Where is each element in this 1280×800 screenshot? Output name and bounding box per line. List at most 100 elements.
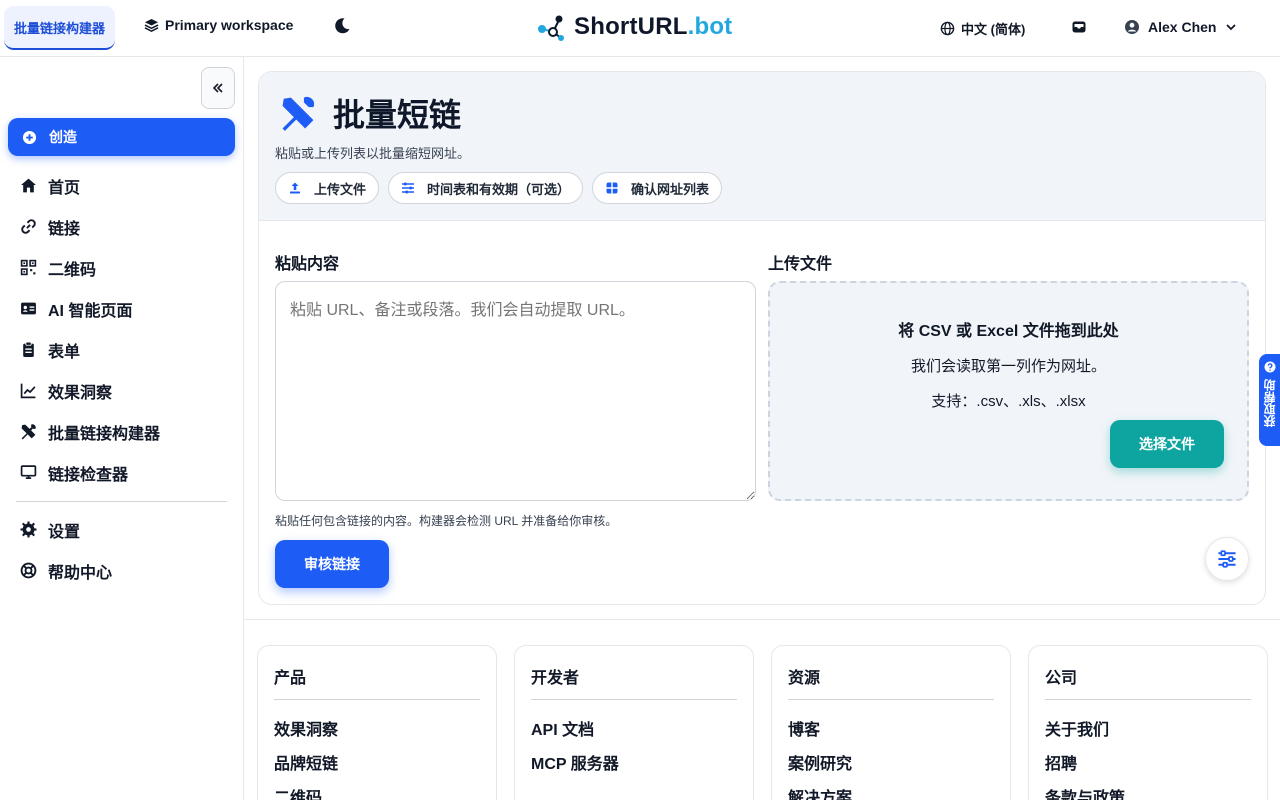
chip-schedule[interactable]: 时间表和有效期（可选） [388, 172, 584, 204]
sidebar-item-label: 二维码 [48, 261, 97, 279]
globe-icon [940, 21, 955, 36]
footer-link[interactable]: 解决方案 [788, 779, 994, 800]
tools-icon [282, 96, 315, 131]
sidebar-item-label: 批量链接构建器 [48, 425, 161, 443]
card-header: 批量短链 粘贴或上传列表以批量缩短网址。 上传文件 时间表和有效期（可选） 确认… [259, 72, 1265, 221]
share-nodes-icon [538, 15, 564, 41]
user-circle-icon [1125, 20, 1139, 34]
brand-logo[interactable]: ShortURL.bot [536, 12, 732, 42]
user-menu[interactable]: Alex Chen [1124, 19, 1238, 35]
upload-icon [290, 182, 300, 194]
footer-column-developers: 开发者 API 文档 MCP 服务器 [514, 645, 754, 800]
chip-upload-file[interactable]: 上传文件 [275, 172, 380, 204]
gear-icon [20, 521, 37, 538]
footer-column-company: 公司 关于我们 招聘 条款与政策 [1028, 645, 1268, 800]
sidebar-item-links[interactable]: 链接 [20, 206, 230, 247]
sidebar-item-label: 帮助中心 [48, 564, 113, 582]
sliders-icon [402, 182, 415, 194]
page-title: 批量短链 [333, 97, 462, 133]
footer-link[interactable]: 招聘 [1045, 745, 1251, 779]
sidebar: 创造 首页 链接 二维码 AI 智能页面 表单 效果洞察 批量链接构建器 链接检… [0, 57, 244, 800]
get-help-tab[interactable]: 获取帮助 [1259, 354, 1280, 446]
sidebar-nav: 首页 链接 二维码 AI 智能页面 表单 效果洞察 批量链接构建器 链接检查器 [20, 165, 230, 493]
footer-link[interactable]: 品牌短链 [274, 745, 480, 779]
sidebar-item-label: 表单 [48, 343, 81, 361]
footer-column-title: 开发者 [531, 664, 737, 700]
sidebar-item-label: AI 智能页面 [48, 302, 133, 320]
paste-hint: 粘贴任何包含链接的内容。构建器会检测 URL 并准备给你审核。 [275, 514, 618, 528]
sidebar-item-help-center[interactable]: 帮助中心 [20, 550, 230, 591]
tab-bulk-link-builder[interactable]: 批量链接构建器 [4, 6, 115, 50]
chip-label: 确认网址列表 [631, 181, 710, 197]
sidebar-divider [16, 501, 227, 502]
footer-link[interactable]: 博客 [788, 711, 994, 745]
language-label: 中文 (简体) [961, 22, 1026, 37]
table-icon [606, 182, 618, 194]
file-dropzone[interactable]: 将 CSV 或 Excel 文件拖到此处 我们会读取第一列作为网址。 支持：.c… [768, 281, 1249, 501]
sidebar-item-label: 链接 [48, 220, 81, 238]
footer-link[interactable]: 条款与政策 [1045, 779, 1251, 800]
sidebar-item-settings[interactable]: 设置 [20, 509, 230, 550]
footer: 产品 效果洞察 品牌短链 二维码 开发者 API 文档 MCP 服务器 资源 博… [244, 619, 1280, 800]
footer-link[interactable]: 关于我们 [1045, 711, 1251, 745]
inbox-icon[interactable] [1071, 19, 1087, 35]
chevron-down-icon [1226, 24, 1237, 31]
footer-link[interactable]: API 文档 [531, 711, 737, 745]
sidebar-item-link-checker[interactable]: 链接检查器 [20, 452, 230, 493]
choose-file-button[interactable]: 选择文件 [1110, 420, 1224, 468]
plus-circle-icon [22, 130, 37, 144]
monitor-icon [20, 465, 37, 479]
footer-column-resources: 资源 博客 案例研究 解决方案 [771, 645, 1011, 800]
page-title-row: 批量短链 [279, 90, 461, 136]
chart-line-icon [20, 383, 36, 399]
sidebar-secondary-nav: 设置 帮助中心 [20, 509, 230, 591]
collapse-sidebar-button[interactable] [201, 67, 235, 109]
sidebar-item-insights[interactable]: 效果洞察 [20, 370, 230, 411]
paste-content-input[interactable] [275, 281, 756, 501]
sidebar-item-forms[interactable]: 表单 [20, 329, 230, 370]
chevrons-left-icon [212, 83, 223, 93]
upload-file-label: 上传文件 [768, 256, 833, 273]
chip-label: 时间表和有效期（可选） [427, 181, 571, 197]
clipboard-icon [23, 341, 34, 357]
tools-icon [21, 424, 36, 440]
paste-content-label: 粘贴内容 [275, 256, 340, 273]
dropzone-description: 我们会读取第一列作为网址。 [910, 358, 1106, 375]
moon-icon[interactable] [333, 17, 351, 35]
footer-link[interactable]: 案例研究 [788, 745, 994, 779]
dropzone-title: 将 CSV 或 Excel 文件拖到此处 [898, 323, 1119, 340]
home-icon [21, 178, 36, 193]
supported-formats: 支持：.csv、.xls、.xlsx [931, 393, 1086, 410]
layers-icon [144, 18, 159, 32]
sidebar-item-label: 链接检查器 [48, 466, 129, 484]
footer-column-title: 资源 [788, 664, 994, 700]
footer-link[interactable]: 二维码 [274, 779, 480, 800]
workspace-name: Primary workspace [165, 17, 294, 33]
workspace-switcher[interactable]: Primary workspace [144, 17, 293, 33]
sidebar-item-home[interactable]: 首页 [20, 165, 230, 206]
user-name: Alex Chen [1148, 19, 1217, 35]
filter-button[interactable] [1205, 537, 1249, 581]
link-icon [21, 219, 36, 234]
question-circle-icon [1264, 361, 1275, 373]
review-links-button[interactable]: 审核链接 [275, 540, 389, 588]
language-selector[interactable]: 中文 (简体) [940, 19, 1025, 38]
sidebar-item-bulk-link-builder[interactable]: 批量链接构建器 [20, 411, 230, 452]
footer-column-title: 公司 [1045, 664, 1251, 700]
create-button[interactable]: 创造 [8, 118, 235, 156]
chip-label: 上传文件 [314, 181, 367, 197]
sliders-icon [1218, 550, 1236, 568]
chip-confirm-list[interactable]: 确认网址列表 [592, 172, 723, 204]
footer-column-product: 产品 效果洞察 品牌短链 二维码 [257, 645, 497, 800]
sidebar-item-label: 效果洞察 [48, 384, 113, 402]
qr-code-icon [20, 259, 37, 276]
sidebar-item-qr-codes[interactable]: 二维码 [20, 247, 230, 288]
page-subtitle: 粘贴或上传列表以批量缩短网址。 [275, 146, 471, 161]
sidebar-item-ai-pages[interactable]: AI 智能页面 [20, 288, 230, 329]
top-bar: 批量链接构建器 Primary workspace ShortURL.bot 中… [0, 0, 1280, 57]
step-chips: 上传文件 时间表和有效期（可选） 确认网址列表 [275, 172, 723, 204]
bulk-shorten-card: 批量短链 粘贴或上传列表以批量缩短网址。 上传文件 时间表和有效期（可选） 确认… [258, 71, 1266, 605]
footer-link[interactable]: 效果洞察 [274, 711, 480, 745]
footer-link[interactable]: MCP 服务器 [531, 745, 737, 779]
get-help-label: 获取帮助 [1263, 379, 1277, 427]
